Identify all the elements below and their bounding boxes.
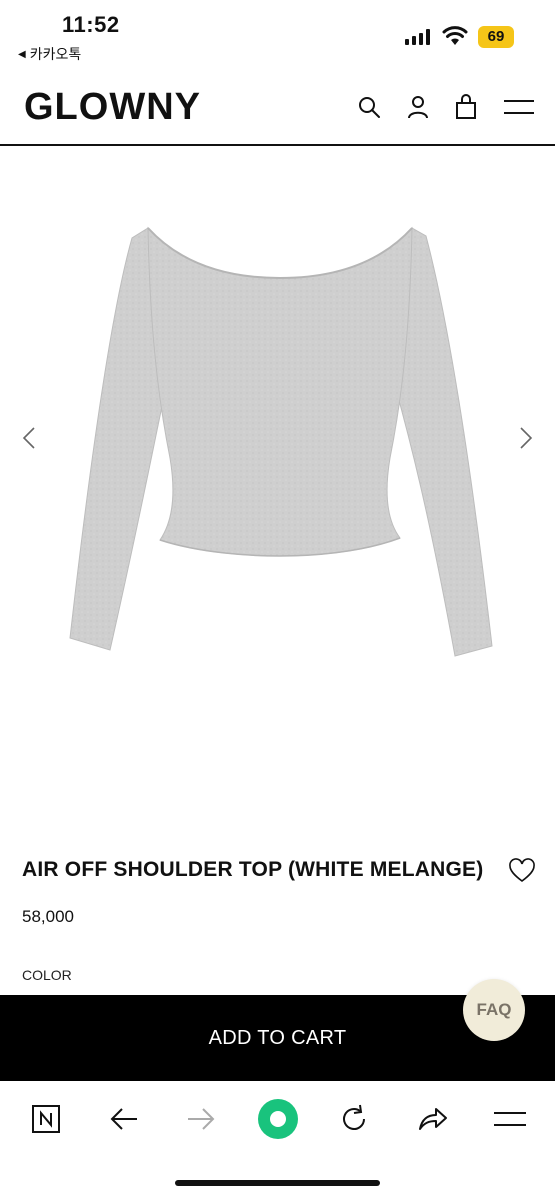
brand-logo[interactable]: GLOWNY — [24, 86, 201, 129]
site-header: GLOWNY — [0, 72, 555, 146]
back-to-app-link[interactable]: ◀ 카카오톡 — [18, 44, 81, 64]
wifi-icon — [442, 26, 468, 45]
chevron-right-icon[interactable] — [515, 423, 537, 453]
status-bar: 11:52 ◀ 카카오톡 69 — [0, 0, 555, 72]
chevron-left-icon[interactable] — [18, 423, 40, 453]
menu-icon[interactable] — [503, 92, 535, 122]
product-image — [69, 226, 493, 657]
browser-menu-icon[interactable] — [488, 1097, 532, 1141]
status-time: 11:52 — [62, 12, 120, 37]
search-icon[interactable] — [354, 92, 384, 122]
share-icon[interactable] — [410, 1097, 454, 1141]
back-app-label: 카카오톡 — [29, 46, 82, 62]
home-indicator — [175, 1180, 380, 1186]
product-image-gallery[interactable] — [0, 148, 555, 838]
back-arrow-icon[interactable] — [102, 1097, 146, 1141]
bag-icon[interactable] — [451, 92, 481, 122]
naver-icon[interactable] — [24, 1097, 68, 1141]
color-option-label: COLOR — [22, 967, 72, 983]
product-title: AIR OFF SHOULDER TOP (WHITE MELANGE) — [22, 858, 484, 881]
back-triangle-icon: ◀ — [18, 48, 26, 60]
refresh-icon[interactable] — [332, 1097, 376, 1141]
faq-button[interactable]: FAQ — [463, 979, 525, 1041]
battery-indicator: 69 — [478, 26, 514, 48]
cellular-signal-icon — [405, 28, 430, 45]
green-dot-icon[interactable] — [256, 1097, 300, 1141]
forward-arrow-icon[interactable] — [179, 1097, 223, 1141]
heart-icon[interactable] — [508, 858, 536, 884]
product-price: 58,000 — [22, 907, 74, 926]
user-icon[interactable] — [403, 92, 433, 122]
